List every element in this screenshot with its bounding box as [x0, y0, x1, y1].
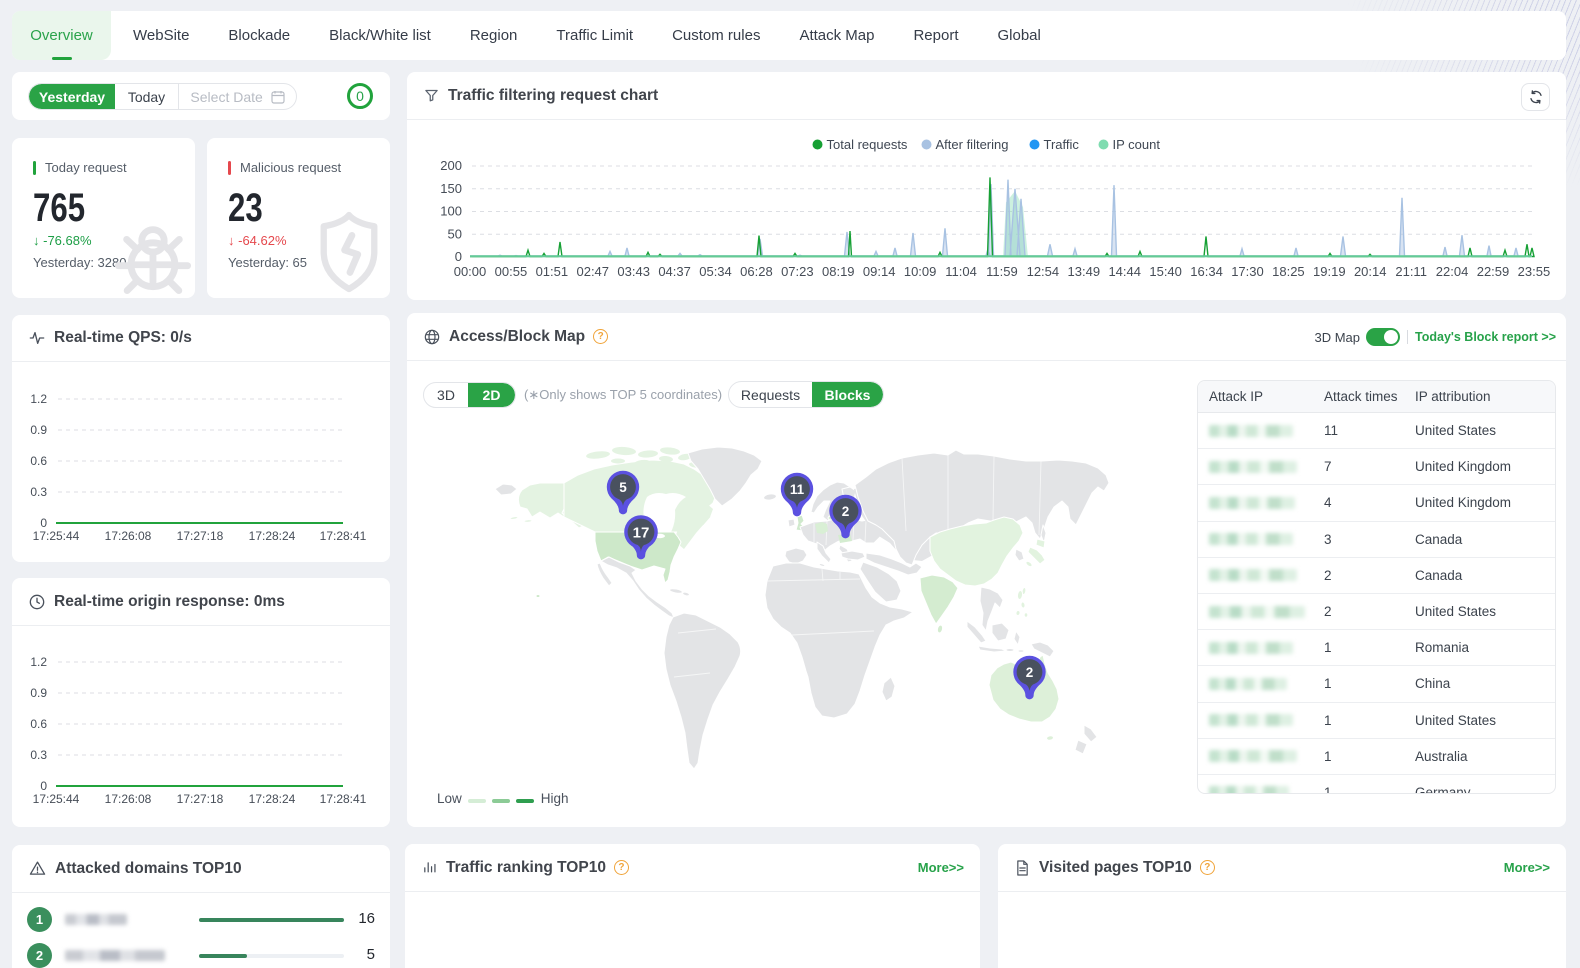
svg-text:00:00: 00:00: [454, 264, 487, 279]
svg-text:05:34: 05:34: [699, 264, 732, 279]
svg-text:After filtering: After filtering: [936, 137, 1009, 152]
svg-text:16:34: 16:34: [1190, 264, 1223, 279]
svg-text:0.9: 0.9: [30, 423, 47, 437]
svg-text:Traffic: Traffic: [1044, 137, 1080, 152]
svg-text:0.6: 0.6: [30, 717, 47, 731]
svg-text:100: 100: [440, 204, 462, 219]
svg-text:13:49: 13:49: [1068, 264, 1101, 279]
svg-text:04:37: 04:37: [658, 264, 691, 279]
svg-text:17:27:18: 17:27:18: [177, 792, 224, 806]
svg-text:22:04: 22:04: [1436, 264, 1469, 279]
svg-text:0.9: 0.9: [30, 686, 47, 700]
svg-text:22:59: 22:59: [1477, 264, 1510, 279]
svg-text:09:14: 09:14: [863, 264, 896, 279]
svg-text:06:28: 06:28: [740, 264, 773, 279]
svg-text:1.2: 1.2: [30, 392, 47, 406]
svg-text:11:04: 11:04: [945, 264, 977, 279]
svg-text:12:54: 12:54: [1027, 264, 1060, 279]
svg-text:20:14: 20:14: [1354, 264, 1387, 279]
svg-text:03:43: 03:43: [617, 264, 650, 279]
svg-text:17:28:24: 17:28:24: [249, 529, 296, 543]
svg-text:0.3: 0.3: [30, 485, 47, 499]
svg-text:17:27:18: 17:27:18: [177, 529, 224, 543]
svg-text:0.6: 0.6: [30, 454, 47, 468]
svg-text:00:55: 00:55: [495, 264, 528, 279]
svg-text:07:23: 07:23: [781, 264, 814, 279]
svg-text:17: 17: [633, 524, 650, 541]
svg-text:17:28:41: 17:28:41: [320, 792, 367, 806]
svg-text:17:25:44: 17:25:44: [33, 792, 80, 806]
svg-text:10:09: 10:09: [904, 264, 937, 279]
svg-text:2: 2: [1026, 665, 1034, 680]
svg-text:IP count: IP count: [1113, 137, 1161, 152]
svg-text:0: 0: [40, 779, 47, 793]
svg-text:01:51: 01:51: [536, 264, 569, 279]
svg-text:0: 0: [455, 249, 462, 264]
svg-text:200: 200: [440, 158, 462, 173]
svg-text:17:25:44: 17:25:44: [33, 529, 80, 543]
svg-text:0.3: 0.3: [30, 748, 47, 762]
svg-text:08:19: 08:19: [822, 264, 855, 279]
svg-text:17:28:24: 17:28:24: [249, 792, 296, 806]
svg-text:5: 5: [619, 480, 627, 495]
svg-text:02:47: 02:47: [576, 264, 609, 279]
svg-text:15:40: 15:40: [1149, 264, 1182, 279]
svg-text:14:44: 14:44: [1108, 264, 1141, 279]
svg-text:17:26:08: 17:26:08: [105, 529, 152, 543]
svg-text:18:25: 18:25: [1272, 264, 1305, 279]
svg-text:11:59: 11:59: [986, 264, 1018, 279]
svg-text:19:19: 19:19: [1313, 264, 1346, 279]
svg-text:0: 0: [40, 516, 47, 530]
svg-text:1.2: 1.2: [30, 655, 47, 669]
svg-text:Total requests: Total requests: [827, 137, 908, 152]
svg-text:50: 50: [448, 226, 462, 241]
svg-text:17:26:08: 17:26:08: [105, 792, 152, 806]
svg-text:17:28:41: 17:28:41: [320, 529, 367, 543]
svg-text:23:55: 23:55: [1518, 264, 1551, 279]
svg-text:11: 11: [790, 482, 805, 497]
svg-text:150: 150: [440, 181, 462, 196]
svg-text:17:30: 17:30: [1231, 264, 1264, 279]
svg-text:2: 2: [842, 504, 850, 519]
svg-text:21:11: 21:11: [1395, 264, 1427, 279]
